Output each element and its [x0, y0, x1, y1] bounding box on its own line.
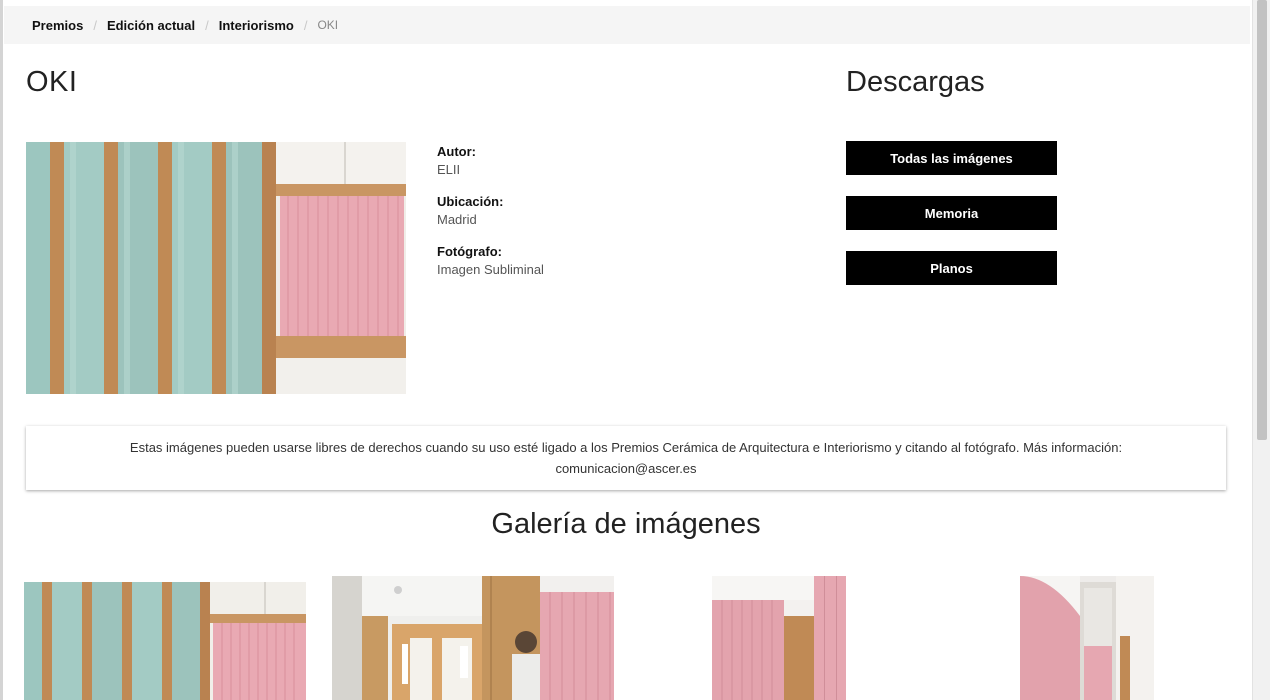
download-plans-button[interactable]: Planos [846, 251, 1057, 285]
page-title: OKI [26, 66, 78, 98]
breadcrumb-premios[interactable]: Premios [32, 18, 83, 33]
breadcrumb-separator: / [205, 17, 209, 33]
project-details: Autor: ELII Ubicación: Madrid Fotógrafo:… [437, 144, 544, 294]
author-group: Autor: ELII [437, 144, 544, 180]
gallery-thumbnail[interactable] [332, 576, 614, 700]
breadcrumb-interiorismo[interactable]: Interiorismo [219, 18, 294, 33]
breadcrumb-current: OKI [317, 18, 339, 32]
breadcrumb-edicion-actual[interactable]: Edición actual [107, 18, 195, 33]
gallery-title: Galería de imágenes [491, 508, 761, 540]
photographer-group: Fotógrafo: Imagen Subliminal [437, 244, 544, 280]
gallery-thumbnail[interactable] [1020, 576, 1154, 700]
image-rights-notice: Estas imágenes pueden usarse libres de d… [26, 426, 1226, 490]
downloads-title: Descargas [846, 66, 985, 98]
location-value: Madrid [437, 212, 477, 227]
breadcrumb: Premios / Edición actual / Interiorismo … [4, 6, 1250, 44]
main-project-photo[interactable] [26, 142, 406, 394]
author-value: ELII [437, 162, 461, 177]
contact-email-link[interactable]: comunicacion@ascer.es [555, 461, 696, 476]
breadcrumb-separator: / [303, 17, 308, 33]
gallery-thumbnail[interactable] [712, 576, 846, 700]
notice-text: Estas imágenes pueden usarse libres de d… [129, 440, 1123, 455]
download-memory-button[interactable]: Memoria [846, 196, 1057, 230]
breadcrumb-separator: / [93, 17, 97, 33]
photographer-label: Fotógrafo: [437, 244, 502, 259]
vertical-scrollbar[interactable] [1252, 0, 1270, 700]
location-label: Ubicación: [437, 194, 504, 209]
author-label: Autor: [437, 144, 476, 159]
scrollbar-thumb[interactable] [1257, 0, 1267, 440]
download-all-images-button[interactable]: Todas las imágenes [846, 141, 1057, 175]
photographer-value: Imagen Subliminal [437, 262, 544, 277]
notice-content: Estas imágenes pueden usarse libres de d… [130, 437, 1122, 479]
location-group: Ubicación: Madrid [437, 194, 544, 230]
gallery-thumbnail[interactable] [24, 582, 306, 700]
